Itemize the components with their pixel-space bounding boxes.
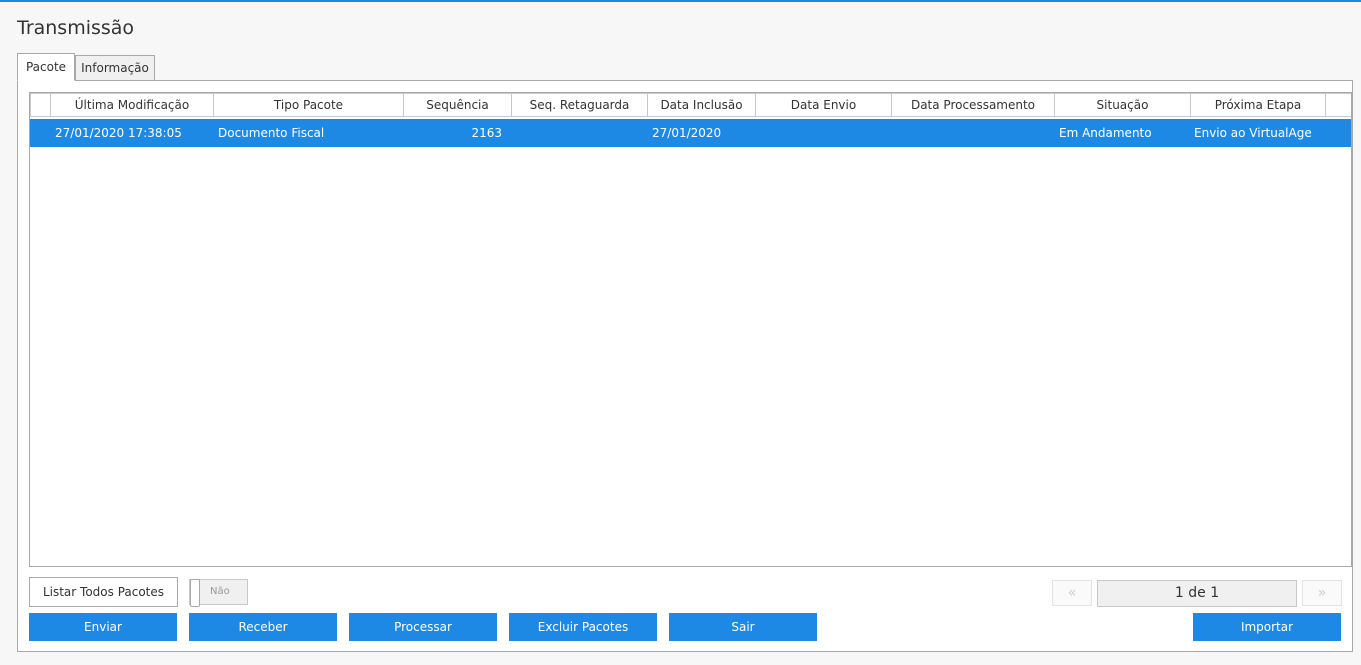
tab-pacote[interactable]: Pacote xyxy=(17,53,75,81)
listar-todos-toggle[interactable]: Não xyxy=(189,579,248,607)
column-header-sequencia[interactable]: Sequência xyxy=(403,93,512,117)
cell-situacao: Em Andamento xyxy=(1059,126,1152,140)
receber-button[interactable]: Receber xyxy=(189,613,337,641)
enviar-button[interactable]: Enviar xyxy=(29,613,177,641)
column-header-selector[interactable] xyxy=(30,93,51,117)
column-header-ultima-modificacao[interactable]: Última Modificação xyxy=(50,93,214,117)
listar-todos-pacotes-button[interactable]: Listar Todos Pacotes xyxy=(29,577,178,607)
cell-proxima-etapa: Envio ao VirtualAge xyxy=(1194,126,1312,140)
column-header-trailing xyxy=(1325,93,1351,117)
grid-header: Última Modificação Tipo Pacote Sequência… xyxy=(30,93,1351,117)
excluir-pacotes-button[interactable]: Excluir Pacotes xyxy=(509,613,657,641)
cell-tipo-pacote: Documento Fiscal xyxy=(218,126,325,140)
toggle-label: Não xyxy=(210,586,230,597)
table-row[interactable]: 27/01/2020 17:38:05 Documento Fiscal 216… xyxy=(30,119,1351,147)
sair-button[interactable]: Sair xyxy=(669,613,817,641)
pager-info: 1 de 1 xyxy=(1097,580,1297,607)
cell-ultima-modificacao: 27/01/2020 17:38:05 xyxy=(55,126,182,140)
cell-sequencia: 2163 xyxy=(471,126,502,140)
column-header-data-envio[interactable]: Data Envio xyxy=(755,93,892,117)
page-title: Transmissão xyxy=(17,17,135,39)
tab-informacao[interactable]: Informação xyxy=(75,55,155,81)
cell-data-envio xyxy=(760,119,885,147)
column-header-data-processamento[interactable]: Data Processamento xyxy=(891,93,1055,117)
top-accent-bar xyxy=(0,0,1361,2)
processar-button[interactable]: Processar xyxy=(349,613,497,641)
importar-button[interactable]: Importar xyxy=(1193,613,1341,641)
cell-data-inclusao: 27/01/2020 xyxy=(652,126,722,140)
column-header-seq-retaguarda[interactable]: Seq. Retaguarda xyxy=(511,93,648,117)
column-header-tipo-pacote[interactable]: Tipo Pacote xyxy=(213,93,404,117)
column-header-situacao[interactable]: Situação xyxy=(1054,93,1191,117)
packages-grid: Última Modificação Tipo Pacote Sequência… xyxy=(29,92,1352,567)
pager-previous-button[interactable]: « xyxy=(1052,580,1092,606)
cell-seq-retaguarda xyxy=(516,119,641,147)
column-header-proxima-etapa[interactable]: Próxima Etapa xyxy=(1190,93,1326,117)
pager-next-button[interactable]: » xyxy=(1302,580,1342,606)
column-header-data-inclusao[interactable]: Data Inclusão xyxy=(647,93,756,117)
toggle-knob[interactable] xyxy=(190,579,200,607)
tab-panel: Última Modificação Tipo Pacote Sequência… xyxy=(17,80,1353,652)
cell-data-processamento xyxy=(896,119,1046,147)
